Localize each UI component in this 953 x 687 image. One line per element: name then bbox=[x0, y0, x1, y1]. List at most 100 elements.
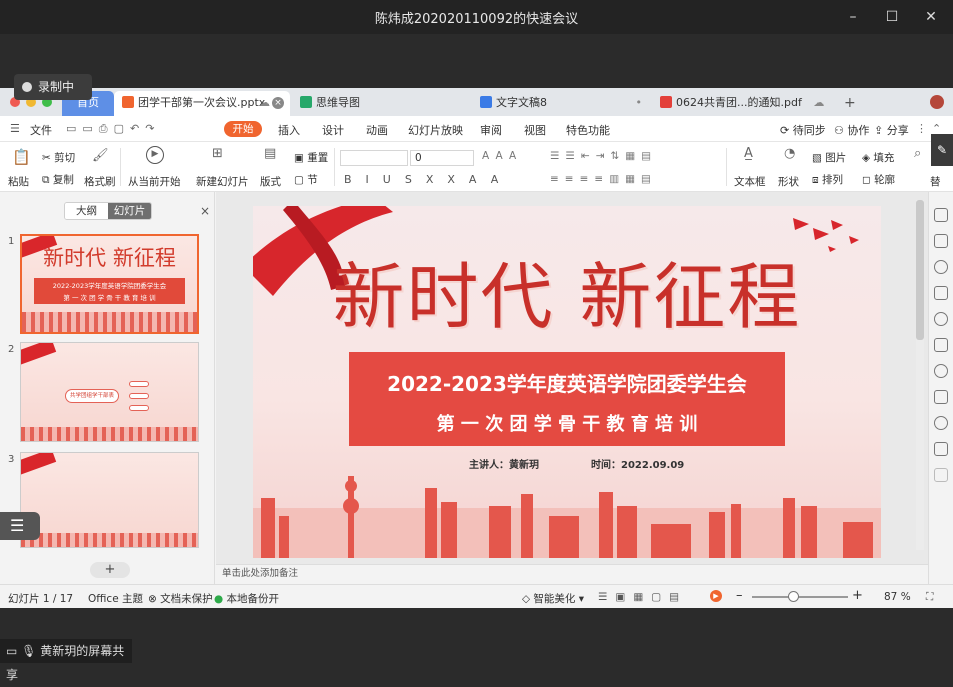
textbox-icon[interactable]: A̲ bbox=[744, 146, 753, 161]
beautify-button[interactable]: ◇ 智能美化 ▾ bbox=[522, 591, 584, 606]
hamburger-icon[interactable]: ☰ bbox=[10, 122, 20, 135]
font-size-adjust-icons[interactable]: AAA bbox=[482, 150, 522, 162]
rail-tool-icon[interactable] bbox=[934, 390, 948, 404]
font-name-select[interactable] bbox=[340, 150, 408, 166]
protect-status[interactable]: ⊗ 文档未保护 bbox=[148, 591, 213, 606]
tab-pptx-label: 团学干部第一次会议.pptx bbox=[138, 96, 266, 109]
cut-label: 剪切 bbox=[54, 152, 76, 164]
copy-button[interactable]: ⧉ 复制 bbox=[42, 172, 74, 187]
rail-tool-icon[interactable] bbox=[934, 208, 948, 222]
shape-icon[interactable]: ◔ bbox=[784, 146, 795, 161]
recording-label: 录制中 bbox=[38, 80, 75, 94]
section-button[interactable]: ▢ 节 bbox=[294, 172, 318, 187]
menu-start[interactable]: 开始 bbox=[224, 121, 262, 137]
add-slide-button[interactable]: + bbox=[90, 562, 130, 578]
format-painter-icon[interactable]: 🖌 bbox=[92, 148, 109, 163]
rail-tool-icon[interactable] bbox=[934, 234, 948, 248]
list-icons[interactable]: ☰☰⇤⇥⇅▦▤ bbox=[550, 150, 657, 162]
thumb-subtitle1: 2022-2023学年度英语学院团委学生会 bbox=[52, 282, 167, 290]
copy-label: 复制 bbox=[52, 174, 74, 186]
notes-area[interactable]: 单击此处添加备注 bbox=[216, 564, 928, 584]
pane-close-icon[interactable]: × bbox=[200, 204, 210, 218]
menu-design[interactable]: 设计 bbox=[322, 122, 344, 138]
tab-doc[interactable]: 文字文稿8 • bbox=[472, 91, 646, 116]
avatar[interactable] bbox=[930, 95, 944, 109]
layout-button[interactable]: 版式 bbox=[260, 174, 281, 189]
search-icon[interactable]: ⌕ bbox=[914, 146, 921, 161]
new-tab-button[interactable]: + bbox=[836, 91, 856, 116]
rail-tool-icon[interactable] bbox=[934, 442, 948, 456]
new-slide-button[interactable]: 新建幻灯片 bbox=[196, 174, 249, 189]
menu-view[interactable]: 视图 bbox=[524, 122, 546, 138]
paste-button[interactable]: 粘贴 bbox=[8, 174, 29, 189]
share-button[interactable]: ⇪ 分享 bbox=[874, 122, 909, 138]
slide-1[interactable]: 新时代 新征程 2022-2023学年度英语学院团委学生会 第 一 次 团 学 … bbox=[253, 206, 881, 558]
textbox-button[interactable]: 文本框 bbox=[734, 174, 766, 189]
zoom-slider-thumb[interactable] bbox=[788, 591, 799, 602]
tab-outline[interactable]: 大纲 bbox=[65, 203, 108, 219]
sync-button[interactable]: ⟳ 待同步 bbox=[780, 122, 826, 138]
slide-thumbnail[interactable] bbox=[20, 452, 199, 548]
backup-status[interactable]: ● 本地备份开 bbox=[214, 591, 279, 606]
copy-icon: ⧉ bbox=[42, 174, 50, 186]
document-tab-bar: 首页 团学干部第一次会议.pptx ☁ × 思维导图 文字文稿8 • 0624共… bbox=[0, 88, 953, 116]
new-slide-icon[interactable]: ⊞ bbox=[212, 146, 223, 161]
rail-tool-icon[interactable] bbox=[934, 468, 948, 482]
list-toggle-icon[interactable]: ☰ bbox=[0, 512, 40, 540]
play-icon[interactable]: ▶ bbox=[146, 146, 164, 164]
rail-tool-icon[interactable] bbox=[934, 338, 948, 352]
zoom-slider[interactable] bbox=[752, 596, 848, 598]
font-size-select[interactable]: 0 bbox=[410, 150, 474, 166]
cut-button[interactable]: ✂ 剪切 bbox=[42, 150, 75, 165]
tab-mindmap[interactable]: 思维导图 bbox=[292, 91, 462, 116]
rail-tool-icon[interactable] bbox=[934, 416, 948, 430]
outline-button[interactable]: ◻ 轮廓 bbox=[862, 172, 895, 187]
zoom-level[interactable]: 87 % bbox=[884, 591, 911, 603]
quick-access-icons[interactable]: ▭▭⎙▢↶↷ bbox=[66, 122, 160, 136]
tab-pptx[interactable]: 团学干部第一次会议.pptx ☁ × bbox=[114, 91, 290, 116]
collab-button[interactable]: ⚇ 协作 bbox=[834, 122, 869, 138]
maximize-icon[interactable]: ☐ bbox=[881, 6, 903, 28]
arrange-icon: ⧈ bbox=[812, 174, 819, 186]
arrange-button[interactable]: ⧈ 排列 bbox=[812, 172, 843, 187]
layout-icon[interactable]: ▤ bbox=[264, 146, 276, 161]
slide-thumbnail[interactable]: 共学团组学干部表 bbox=[20, 342, 199, 442]
menu-review[interactable]: 审阅 bbox=[480, 122, 502, 138]
rail-tool-icon[interactable] bbox=[934, 364, 948, 378]
play-from-current-button[interactable]: 从当前开始 bbox=[128, 174, 181, 189]
replace-button[interactable]: 替 bbox=[930, 174, 941, 189]
menu-animation[interactable]: 动画 bbox=[366, 122, 388, 138]
fill-button[interactable]: ◈ 填充 bbox=[862, 150, 894, 165]
align-icons[interactable]: ≡≡≡≡▥▦▤ bbox=[550, 173, 657, 185]
zoom-in-icon[interactable]: + bbox=[852, 588, 863, 603]
rail-tool-icon[interactable] bbox=[934, 260, 948, 274]
tab-pdf[interactable]: 0624共青团...的通知.pdf ☁ bbox=[652, 91, 824, 116]
zoom-out-icon[interactable]: – bbox=[736, 588, 743, 603]
more-icon[interactable]: ⋮ bbox=[916, 122, 927, 135]
play-icon[interactable]: ▶ bbox=[710, 590, 722, 602]
wps-window: 首页 团学干部第一次会议.pptx ☁ × 思维导图 文字文稿8 • 0624共… bbox=[0, 88, 953, 608]
paste-icon[interactable]: 📋 bbox=[12, 148, 31, 166]
rail-tool-icon[interactable] bbox=[934, 312, 948, 326]
tab-close-icon[interactable]: × bbox=[272, 97, 284, 109]
reset-button[interactable]: ▣ 重置 bbox=[294, 150, 328, 165]
slide-number: 3 bbox=[8, 454, 15, 465]
slide-thumbnail[interactable]: 新时代 新征程 2022-2023学年度英语学院团委学生会 第 一 次 团 学 … bbox=[20, 234, 199, 334]
fit-window-icon[interactable]: ⛶ bbox=[926, 591, 933, 604]
menu-file[interactable]: 文件 bbox=[30, 122, 52, 138]
divider bbox=[120, 148, 121, 186]
menu-features[interactable]: 特色功能 bbox=[566, 122, 610, 138]
shape-button[interactable]: 形状 bbox=[778, 174, 799, 189]
close-icon[interactable]: ✕ bbox=[920, 6, 942, 28]
menu-insert[interactable]: 插入 bbox=[278, 122, 300, 138]
format-painter-button[interactable]: 格式刷 bbox=[84, 174, 116, 189]
menu-slideshow[interactable]: 幻灯片放映 bbox=[408, 122, 463, 138]
minimize-icon[interactable]: – bbox=[842, 6, 864, 28]
divider bbox=[726, 148, 727, 186]
tab-slides[interactable]: 幻灯片 bbox=[108, 203, 151, 219]
rail-tool-icon[interactable] bbox=[934, 286, 948, 300]
text-style-icons[interactable]: BIUSXXAA bbox=[344, 173, 512, 186]
annotate-icon[interactable]: ✎ bbox=[931, 134, 953, 166]
view-mode-icons[interactable]: ☰▣▦▢▤ bbox=[598, 591, 687, 603]
picture-button[interactable]: ▧ 图片 bbox=[812, 150, 846, 165]
